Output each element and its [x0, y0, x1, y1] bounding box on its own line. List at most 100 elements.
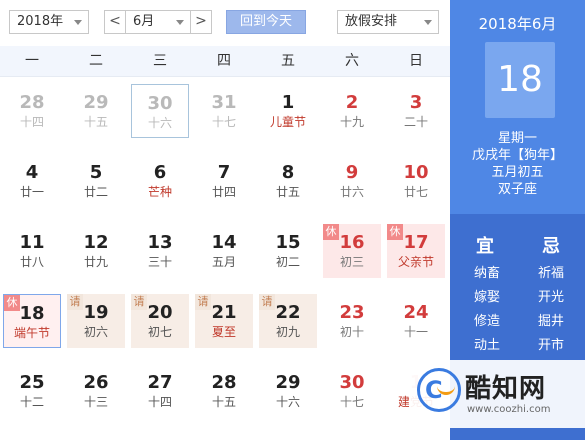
- panel-zodiac: 双子座: [497, 182, 537, 197]
- panel-ganzhi: 戊戌年【狗年】: [471, 148, 563, 163]
- lunar-label: 十五: [211, 395, 236, 409]
- day-cell[interactable]: 7 廿四: [195, 154, 253, 208]
- ji-item: 掘井: [538, 314, 565, 329]
- day-number: 12: [83, 232, 109, 253]
- day-cell[interactable]: 2 十九: [323, 84, 381, 138]
- day-number: 2: [345, 92, 359, 113]
- day-number: 8: [281, 162, 295, 183]
- day-number: 31: [211, 92, 237, 113]
- day-cell[interactable]: 23 初十: [323, 294, 381, 348]
- day-cell[interactable]: 6 芒种: [131, 154, 189, 208]
- lunar-label: 十五: [83, 115, 108, 129]
- prev-month-button[interactable]: <: [104, 10, 126, 34]
- lunar-label: 廿八: [19, 255, 44, 269]
- day-cell[interactable]: 28 十四: [3, 84, 61, 138]
- lunar-label: 十四: [147, 395, 172, 409]
- day-number: 6: [153, 162, 167, 183]
- day-cell[interactable]: 30 十六: [131, 84, 189, 138]
- lunar-label: 十一: [403, 325, 428, 339]
- lunar-label: 廿四: [211, 185, 236, 199]
- day-cell[interactable]: 24 十一: [387, 294, 445, 348]
- chevron-down-icon: [424, 20, 432, 25]
- lunar-label: 夏至: [211, 325, 236, 339]
- lunar-label: 廿九: [83, 255, 108, 269]
- day-cell[interactable]: 请 22 初九: [259, 294, 317, 348]
- month-select-value: 6月: [133, 14, 155, 29]
- day-cell[interactable]: 29 十六: [259, 364, 317, 418]
- day-number: 15: [275, 232, 301, 253]
- calendar-toolbar: 2018年 < 6月 > 回到今天 放假安排: [0, 0, 450, 46]
- rest-day-badge: 休: [387, 224, 403, 240]
- yi-item: 修造: [474, 314, 501, 329]
- lunar-label: 初六: [83, 325, 108, 339]
- lunar-label: 芒种: [147, 185, 172, 199]
- watermark-url: www.coozhi.com: [467, 404, 551, 415]
- day-cell[interactable]: 4 廿一: [3, 154, 61, 208]
- lunar-label: 儿童节: [269, 115, 306, 129]
- day-number: 5: [89, 162, 103, 183]
- lunar-label: 十七: [211, 115, 236, 129]
- day-cell[interactable]: 27 十四: [131, 364, 189, 418]
- day-number: 30: [339, 372, 365, 393]
- day-cell[interactable]: 10 廿七: [387, 154, 445, 208]
- lunar-label: 十四: [19, 115, 44, 129]
- lunar-label: 初三: [339, 255, 364, 269]
- day-cell[interactable]: 5 廿二: [67, 154, 125, 208]
- day-cell[interactable]: 请 21 夏至: [195, 294, 253, 348]
- lunar-label: 初二: [275, 255, 300, 269]
- day-cell[interactable]: 28 十五: [195, 364, 253, 418]
- yi-item: 嫁娶: [474, 290, 501, 305]
- day-cell[interactable]: 3 二十: [387, 84, 445, 138]
- chevron-down-icon: [74, 20, 82, 25]
- weekday-label: 四: [217, 53, 231, 69]
- weekday-label: 日: [409, 53, 423, 69]
- day-cell[interactable]: 1 儿童节: [259, 84, 317, 138]
- day-cell[interactable]: 14 五月: [195, 224, 253, 278]
- lunar-label: 廿六: [339, 185, 364, 199]
- lunar-label: 初七: [147, 325, 172, 339]
- day-cell[interactable]: 12 廿九: [67, 224, 125, 278]
- weekday-label: 三: [153, 53, 167, 69]
- calendar: 2018年 < 6月 > 回到今天 放假安排 一 二 三 四 五 六 日 28 十…: [0, 0, 450, 440]
- day-cell[interactable]: 13 三十: [131, 224, 189, 278]
- day-cell[interactable]: 29 十五: [67, 84, 125, 138]
- next-month-button[interactable]: >: [190, 10, 212, 34]
- day-number: 9: [345, 162, 359, 183]
- day-cell[interactable]: 30 十七: [323, 364, 381, 418]
- ji-heading: 忌: [542, 236, 560, 257]
- day-cell[interactable]: 26 十三: [67, 364, 125, 418]
- day-number: 10: [403, 162, 429, 183]
- lunar-label: 廿二: [83, 185, 108, 199]
- lunar-label: 十七: [339, 395, 364, 409]
- panel-big-day: 18: [485, 42, 555, 118]
- day-cell[interactable]: 休 18 端午节: [3, 294, 61, 348]
- lunar-label: 廿七: [403, 185, 428, 199]
- lunar-label: 初九: [275, 325, 300, 339]
- month-select[interactable]: 6月: [125, 10, 191, 34]
- lunar-label: 端午节: [13, 326, 50, 340]
- day-cell[interactable]: 11 廿八: [3, 224, 61, 278]
- day-cell[interactable]: 9 廿六: [323, 154, 381, 208]
- holiday-select[interactable]: 放假安排: [337, 10, 439, 34]
- calendar-grid: 28 十四 29 十五 30 十六 31 十七 1 儿童节 2 十九 3 二十 4 廿一 5 廿二 6 芒种 7 廿四 8 廿…: [0, 84, 450, 440]
- day-cell[interactable]: 15 初二: [259, 224, 317, 278]
- day-cell[interactable]: 休 16 初三: [323, 224, 381, 278]
- day-cell[interactable]: 25 十二: [3, 364, 61, 418]
- day-number: 14: [211, 232, 237, 253]
- lunar-label: 廿五: [275, 185, 300, 199]
- day-cell[interactable]: 31 十七: [195, 84, 253, 138]
- day-cell[interactable]: 8 廿五: [259, 154, 317, 208]
- day-cell[interactable]: 请 19 初六: [67, 294, 125, 348]
- chevron-right-icon: >: [195, 13, 207, 29]
- rest-day-badge: 休: [4, 295, 20, 311]
- lunar-label: 十六: [147, 116, 172, 130]
- back-to-today-button[interactable]: 回到今天: [226, 10, 306, 34]
- weekday-label: 一: [25, 53, 39, 69]
- chevron-left-icon: <: [109, 13, 121, 29]
- day-cell[interactable]: 休 17 父亲节: [387, 224, 445, 278]
- lunar-label: 廿一: [19, 185, 44, 199]
- year-select[interactable]: 2018年: [9, 10, 89, 34]
- weekday-header: 一 二 三 四 五 六 日: [0, 46, 450, 77]
- day-cell[interactable]: 请 20 初七: [131, 294, 189, 348]
- day-number: 25: [19, 372, 45, 393]
